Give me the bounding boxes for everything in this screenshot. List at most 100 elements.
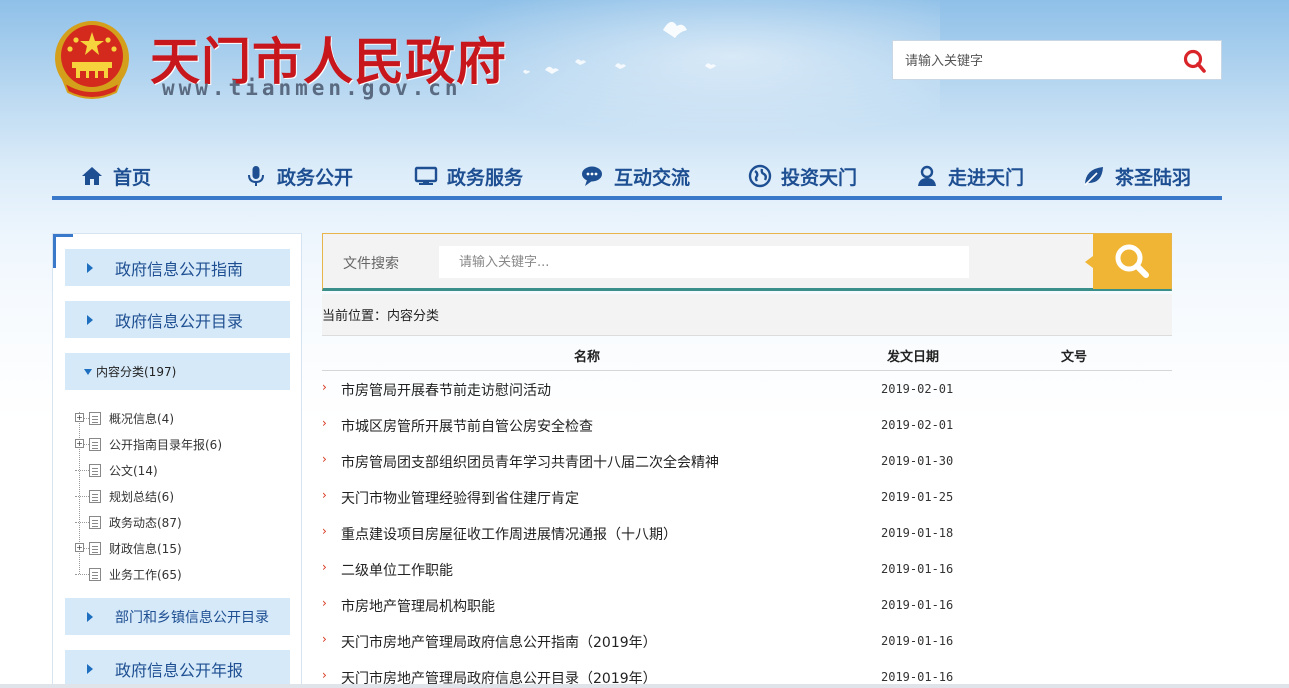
row-title-link[interactable]: 天门市房地产管理局政府信息公开目录（2019年） bbox=[341, 668, 657, 684]
file-search-button[interactable] bbox=[1085, 234, 1171, 289]
tree-node[interactable]: + 概况信息(4) bbox=[75, 408, 174, 428]
tree-node[interactable]: + 公开指南目录年报(6) bbox=[75, 434, 222, 454]
person-icon bbox=[918, 165, 936, 186]
globe-icon bbox=[748, 164, 772, 188]
tree-node[interactable]: 规划总结(6) bbox=[75, 486, 174, 506]
tree-node[interactable]: 政务动态(87) bbox=[75, 512, 182, 532]
table-row[interactable]: › 市房管局开展春节前走访慰问活动 2019-02-01 bbox=[322, 371, 1172, 407]
column-header-doc-no: 文号 bbox=[1061, 350, 1088, 365]
nav-item-label: 政务公开 bbox=[277, 166, 354, 189]
document-icon bbox=[89, 411, 101, 425]
row-date: 2019-02-01 bbox=[881, 418, 954, 432]
row-title-link[interactable]: 重点建设项目房屋征收工作周进展情况通报（十八期） bbox=[341, 524, 677, 544]
tree-node[interactable]: 业务工作(65) bbox=[75, 564, 182, 584]
row-title-link[interactable]: 市房地产管理局机构职能 bbox=[341, 596, 495, 616]
chevron-right-icon: › bbox=[322, 416, 327, 430]
sidebar-item-dept-catalog[interactable]: 部门和乡镇信息公开目录 bbox=[65, 598, 290, 635]
document-icon bbox=[89, 515, 101, 529]
tree-connector bbox=[75, 469, 89, 471]
nav-item-luyu[interactable]: 茶圣陆羽 bbox=[1082, 162, 1191, 190]
nav-item-invest[interactable]: 投资天门 bbox=[748, 162, 857, 190]
chevron-right-icon: › bbox=[322, 560, 327, 574]
row-date: 2019-01-16 bbox=[881, 634, 954, 648]
search-icon[interactable] bbox=[1181, 48, 1209, 74]
tree-node-label: 财政信息(15) bbox=[109, 541, 182, 556]
triangle-right-icon bbox=[87, 663, 93, 674]
chat-icon bbox=[582, 166, 602, 186]
triangle-down-icon bbox=[84, 368, 92, 375]
expand-plus-icon[interactable]: + bbox=[75, 413, 84, 422]
nav-item-label: 政务服务 bbox=[447, 166, 524, 189]
expand-plus-icon[interactable]: + bbox=[75, 543, 84, 552]
document-icon bbox=[89, 541, 101, 555]
chevron-right-icon: › bbox=[322, 596, 327, 610]
row-title-link[interactable]: 市房管局团支部组织团员青年学习共青团十八届二次全会精神 bbox=[341, 452, 719, 472]
tree-connector bbox=[75, 521, 89, 523]
row-date: 2019-01-25 bbox=[881, 490, 954, 504]
horizontal-scrollbar[interactable] bbox=[0, 684, 1289, 688]
nav-item-about[interactable]: 走进天门 bbox=[915, 162, 1024, 190]
tree-node[interactable]: + 财政信息(15) bbox=[75, 538, 182, 558]
top-search-input[interactable] bbox=[905, 50, 1175, 72]
chevron-right-icon: › bbox=[322, 632, 327, 646]
triangle-right-icon bbox=[87, 611, 93, 622]
nav-item-label: 首页 bbox=[113, 166, 152, 189]
table-row[interactable]: › 市房管局团支部组织团员青年学习共青团十八届二次全会精神 2019-01-30 bbox=[322, 443, 1172, 479]
sidebar-item-guide[interactable]: 政府信息公开指南 bbox=[65, 249, 290, 286]
tree-connector bbox=[75, 573, 89, 575]
table-row[interactable]: › 二级单位工作职能 2019-01-16 bbox=[322, 551, 1172, 587]
tree-node-label: 公文(14) bbox=[109, 463, 158, 478]
top-search-box bbox=[892, 40, 1222, 80]
triangle-right-icon bbox=[87, 314, 93, 325]
row-date: 2019-01-16 bbox=[881, 670, 954, 684]
row-title-link[interactable]: 天门市物业管理经验得到省住建厅肯定 bbox=[341, 488, 579, 508]
expand-plus-icon[interactable]: + bbox=[75, 439, 84, 448]
nav-item-home[interactable]: 首页 bbox=[80, 162, 151, 190]
row-date: 2019-01-30 bbox=[881, 454, 954, 468]
row-date: 2019-01-16 bbox=[881, 598, 954, 612]
nav-item-label: 茶圣陆羽 bbox=[1115, 166, 1192, 189]
site-url: www.tianmen.gov.cn bbox=[162, 76, 462, 100]
tree-node-label: 政务动态(87) bbox=[109, 515, 182, 530]
breadcrumb-text: 当前位置：内容分类 bbox=[322, 309, 440, 324]
row-date: 2019-02-01 bbox=[881, 382, 954, 396]
nav-item-gov-affairs[interactable]: 政务公开 bbox=[244, 162, 353, 190]
breadcrumb: 当前位置：内容分类 bbox=[322, 294, 1172, 336]
triangle-right-icon bbox=[87, 262, 93, 273]
sidebar-item-label: 政府信息公开目录 bbox=[115, 311, 244, 331]
sidebar-item-catalog[interactable]: 政府信息公开目录 bbox=[65, 301, 290, 338]
tree-node-label: 公开指南目录年报(6) bbox=[109, 437, 222, 452]
chevron-right-icon: › bbox=[322, 452, 327, 466]
chevron-right-icon: › bbox=[322, 380, 327, 394]
national-emblem-icon bbox=[55, 21, 129, 99]
table-row[interactable]: › 市城区房管所开展节前自管公房安全检查 2019-02-01 bbox=[322, 407, 1172, 443]
table-row[interactable]: › 市房地产管理局机构职能 2019-01-16 bbox=[322, 587, 1172, 623]
table-row[interactable]: › 天门市房地产管理局政府信息公开目录（2019年） 2019-01-16 bbox=[322, 659, 1172, 684]
chevron-right-icon: › bbox=[322, 488, 327, 502]
row-title-link[interactable]: 二级单位工作职能 bbox=[341, 560, 453, 580]
tree-root-content-category[interactable]: 内容分类(197) bbox=[65, 353, 290, 390]
nav-item-label: 互动交流 bbox=[614, 166, 691, 189]
document-icon bbox=[89, 463, 101, 477]
file-search-input[interactable] bbox=[439, 246, 969, 278]
nav-item-label: 投资天门 bbox=[781, 166, 858, 189]
document-icon bbox=[89, 437, 101, 451]
row-title-link[interactable]: 市房管局开展春节前走访慰问活动 bbox=[341, 380, 551, 400]
table-row[interactable]: › 重点建设项目房屋征收工作周进展情况通报（十八期） 2019-01-18 bbox=[322, 515, 1172, 551]
nav-item-label: 走进天门 bbox=[948, 166, 1025, 189]
row-title-link[interactable]: 市城区房管所开展节前自管公房安全检查 bbox=[341, 416, 593, 436]
sidebar-item-annual-report[interactable]: 政府信息公开年报 bbox=[65, 650, 290, 687]
tree-node-label: 概况信息(4) bbox=[109, 411, 174, 426]
microphone-icon bbox=[248, 166, 264, 186]
file-search-label: 文件搜索 bbox=[343, 256, 399, 272]
monitor-icon bbox=[414, 166, 438, 185]
nav-item-interaction[interactable]: 互动交流 bbox=[581, 162, 690, 190]
sidebar-item-label: 部门和乡镇信息公开目录 bbox=[115, 609, 269, 626]
nav-item-gov-service[interactable]: 政务服务 bbox=[414, 162, 523, 190]
search-icon bbox=[1115, 244, 1149, 278]
tree-node[interactable]: 公文(14) bbox=[75, 460, 158, 480]
table-header: 名称 发文日期 文号 bbox=[322, 337, 1172, 371]
row-title-link[interactable]: 天门市房地产管理局政府信息公开指南（2019年） bbox=[341, 632, 657, 652]
table-row[interactable]: › 天门市物业管理经验得到省住建厅肯定 2019-01-25 bbox=[322, 479, 1172, 515]
table-row[interactable]: › 天门市房地产管理局政府信息公开指南（2019年） 2019-01-16 bbox=[322, 623, 1172, 659]
